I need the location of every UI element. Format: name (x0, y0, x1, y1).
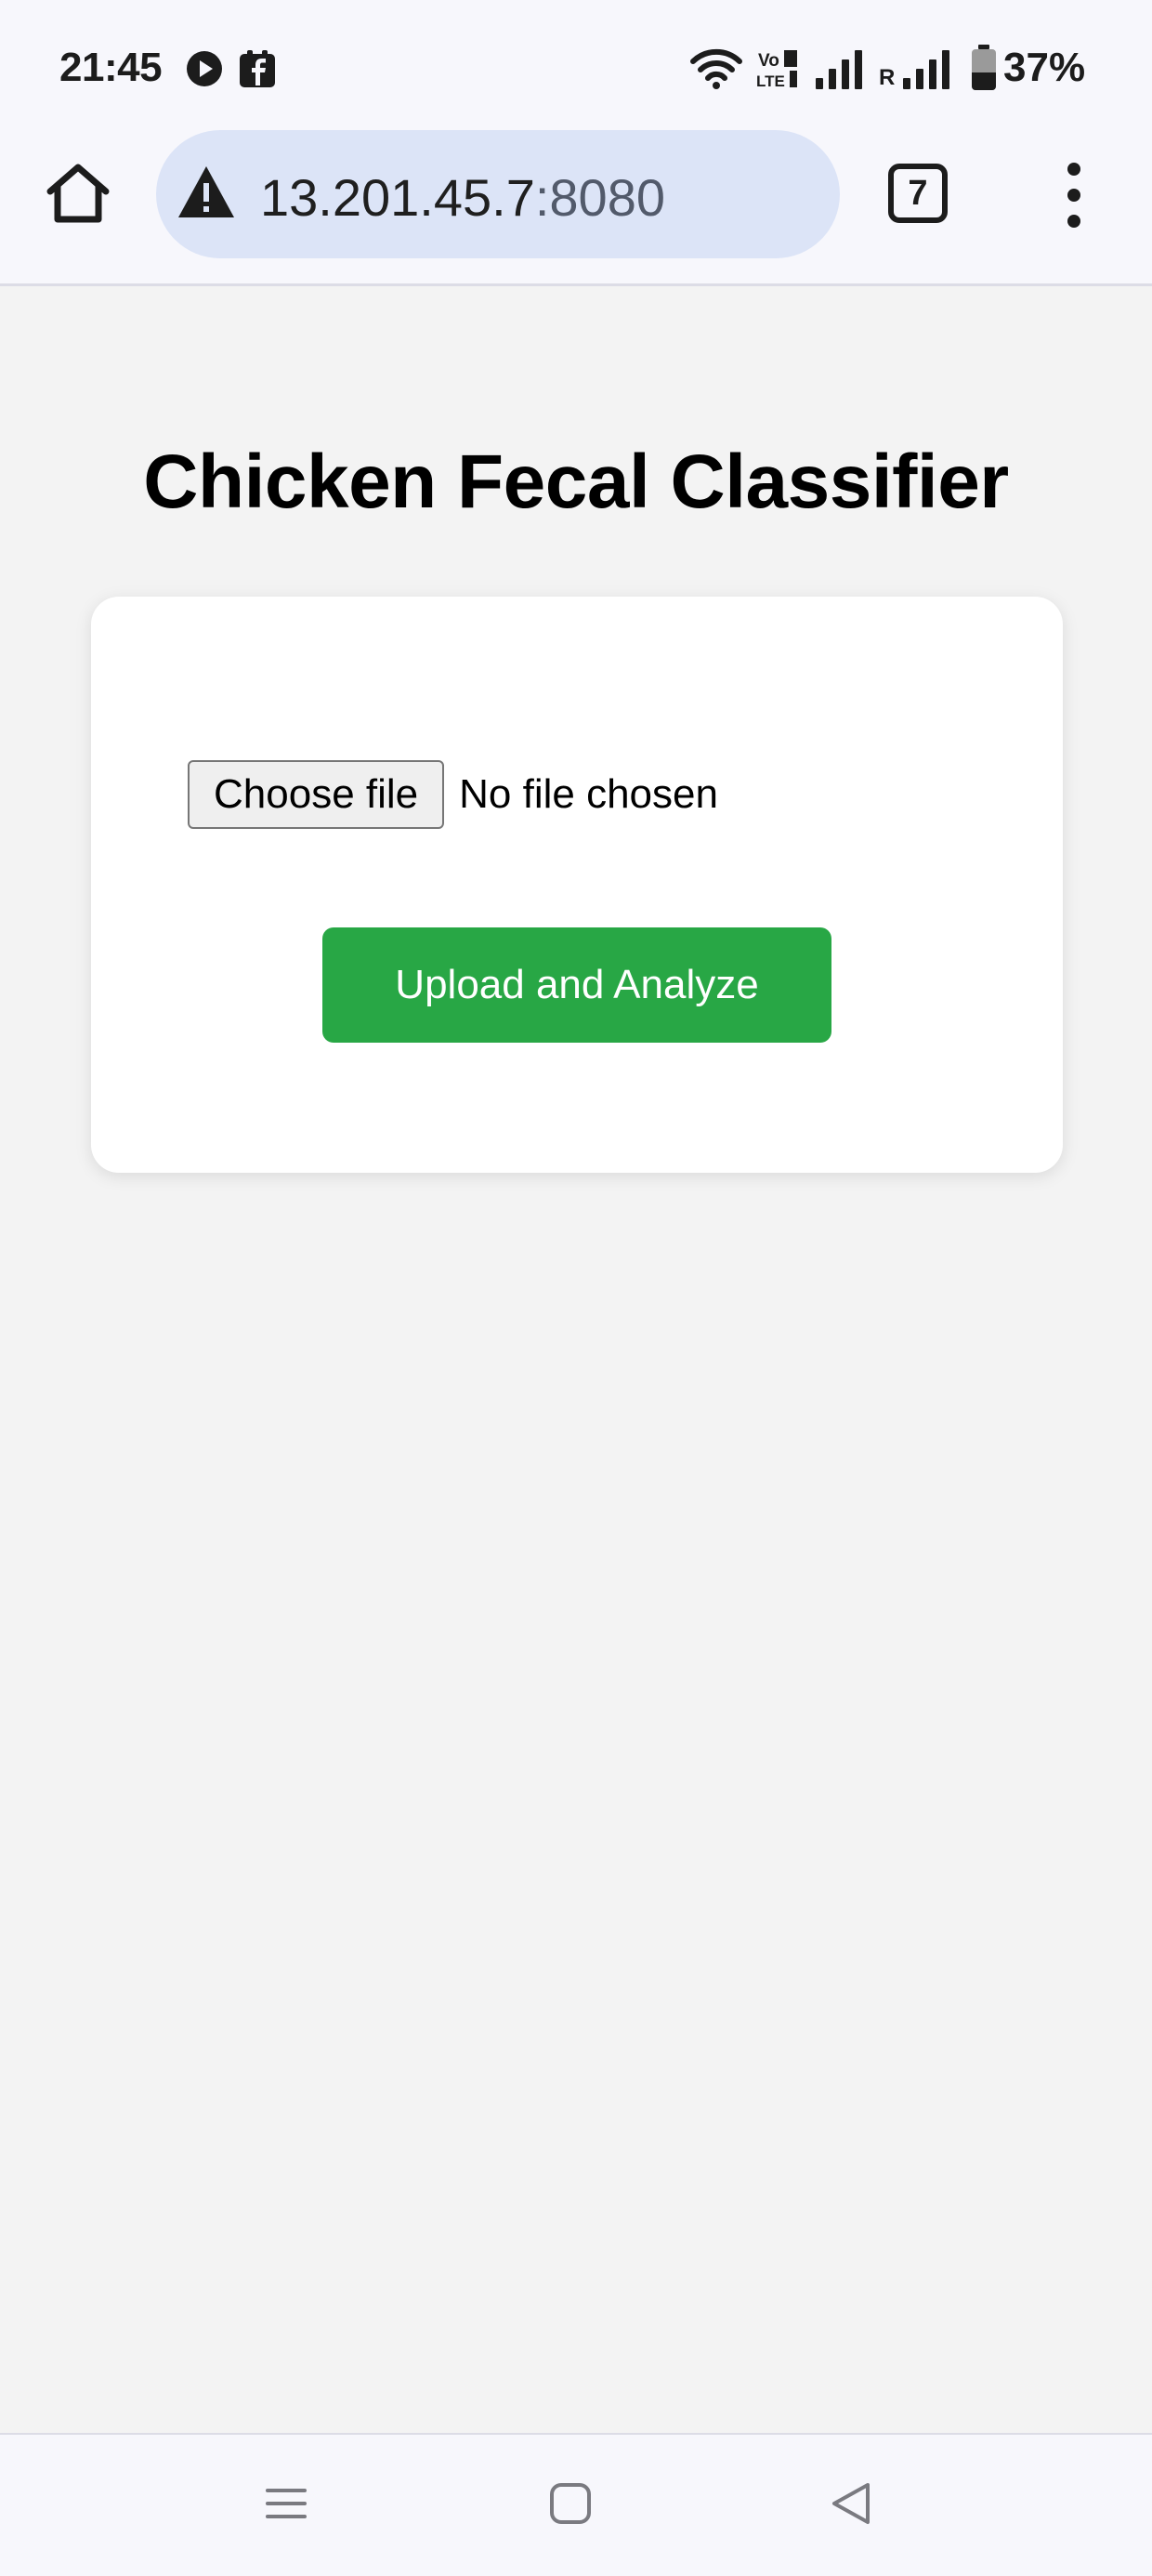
address-bar[interactable]: 13.201.45.7:8080 (156, 130, 840, 258)
wifi-icon (690, 48, 742, 89)
status-time: 21:45 (59, 45, 163, 90)
warning-icon[interactable] (177, 164, 236, 220)
file-status-text: No file chosen (459, 771, 718, 817)
battery-percent: 37% (1003, 45, 1086, 90)
back-nav-icon[interactable] (829, 2479, 873, 2528)
roaming-signal-icon (903, 50, 949, 89)
screen: 21:45 Vo LTE R 37% 13.201.45.7:8080 7 Ch… (0, 0, 1152, 2576)
roaming-label: R (879, 65, 896, 90)
home-icon[interactable] (41, 156, 115, 230)
volte-icon: Vo LTE (756, 50, 797, 89)
battery-icon (972, 45, 996, 90)
system-nav-bar (0, 2433, 1152, 2576)
upload-card: Choose file No file chosen Upload and An… (91, 597, 1063, 1173)
choose-file-button[interactable]: Choose file (188, 760, 445, 829)
svg-text:Vo: Vo (758, 51, 779, 71)
tab-count: 7 (908, 173, 928, 213)
url-host: 13.201.45.7 (260, 168, 535, 227)
recent-apps-icon[interactable] (264, 2481, 308, 2526)
upload-analyze-button[interactable]: Upload and Analyze (322, 927, 831, 1043)
browser-toolbar: 13.201.45.7:8080 7 (0, 130, 1152, 286)
facebook-icon (240, 50, 275, 87)
play-icon (187, 51, 222, 86)
svg-text:LTE: LTE (756, 72, 785, 89)
url-port: :8080 (534, 168, 665, 227)
more-menu-icon[interactable] (1057, 160, 1091, 230)
status-bar: 21:45 Vo LTE R 37% (0, 0, 1152, 130)
file-input[interactable]: Choose file No file chosen (188, 760, 718, 829)
signal-icon (816, 50, 862, 89)
home-nav-icon[interactable] (548, 2481, 593, 2526)
url-text: 13.201.45.7:8080 (260, 167, 665, 228)
page-title: Chicken Fecal Classifier (143, 440, 1009, 524)
tab-switcher-button[interactable]: 7 (888, 164, 948, 223)
